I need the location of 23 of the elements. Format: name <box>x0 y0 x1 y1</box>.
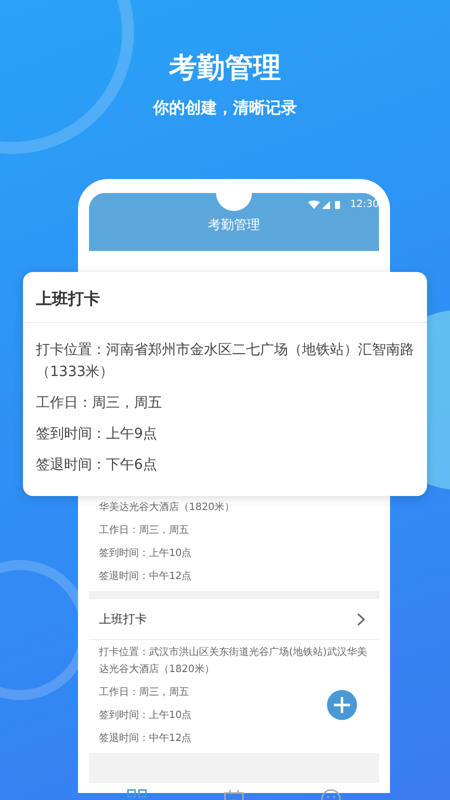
detail-text: 签到时间：上午10点 <box>99 708 192 723</box>
detail-text: 签退时间：中午12点 <box>99 570 192 584</box>
face-tab-icon[interactable] <box>320 789 341 800</box>
app-title: 考勤管理 <box>208 217 260 234</box>
detail-text: 工作日：周三，周五 <box>99 524 189 538</box>
detail-text: 签退时间：下午6点 <box>36 456 158 475</box>
chevron-right-icon <box>357 612 365 626</box>
detail-text: 打卡位置：河南省郑州市金水区二七广场（地铁站）汇智南路（1333米） <box>36 341 414 382</box>
card-header[interactable]: 上班打卡 <box>89 599 379 640</box>
detail-text: 工作日：周三，周五 <box>36 394 163 413</box>
detail-text: 打卡位置：武汉市洪山区关东街道光谷广场(地铁站)武汉华美达光谷大酒店（1820米） <box>99 646 368 677</box>
detail-text: 工作日：周三，周五 <box>99 686 189 700</box>
detail-text: 签退时间：中午12点 <box>99 732 192 746</box>
status-time: 12:30 <box>350 199 379 210</box>
detail-text: 华美达光谷大酒店（1820米） <box>99 500 234 515</box>
calendar-tab-icon[interactable] <box>224 789 244 800</box>
detail-text: 签到时间：上午9点 <box>36 425 158 444</box>
add-button[interactable] <box>327 690 357 720</box>
card-title: 上班打卡 <box>23 272 427 323</box>
detail-text: 签到时间：上午10点 <box>99 546 192 561</box>
grid-tab-icon[interactable] <box>127 789 148 800</box>
hero-title: 考勤管理 <box>169 50 281 86</box>
hero-subtitle: 你的创建，清晰记录 <box>153 98 297 119</box>
